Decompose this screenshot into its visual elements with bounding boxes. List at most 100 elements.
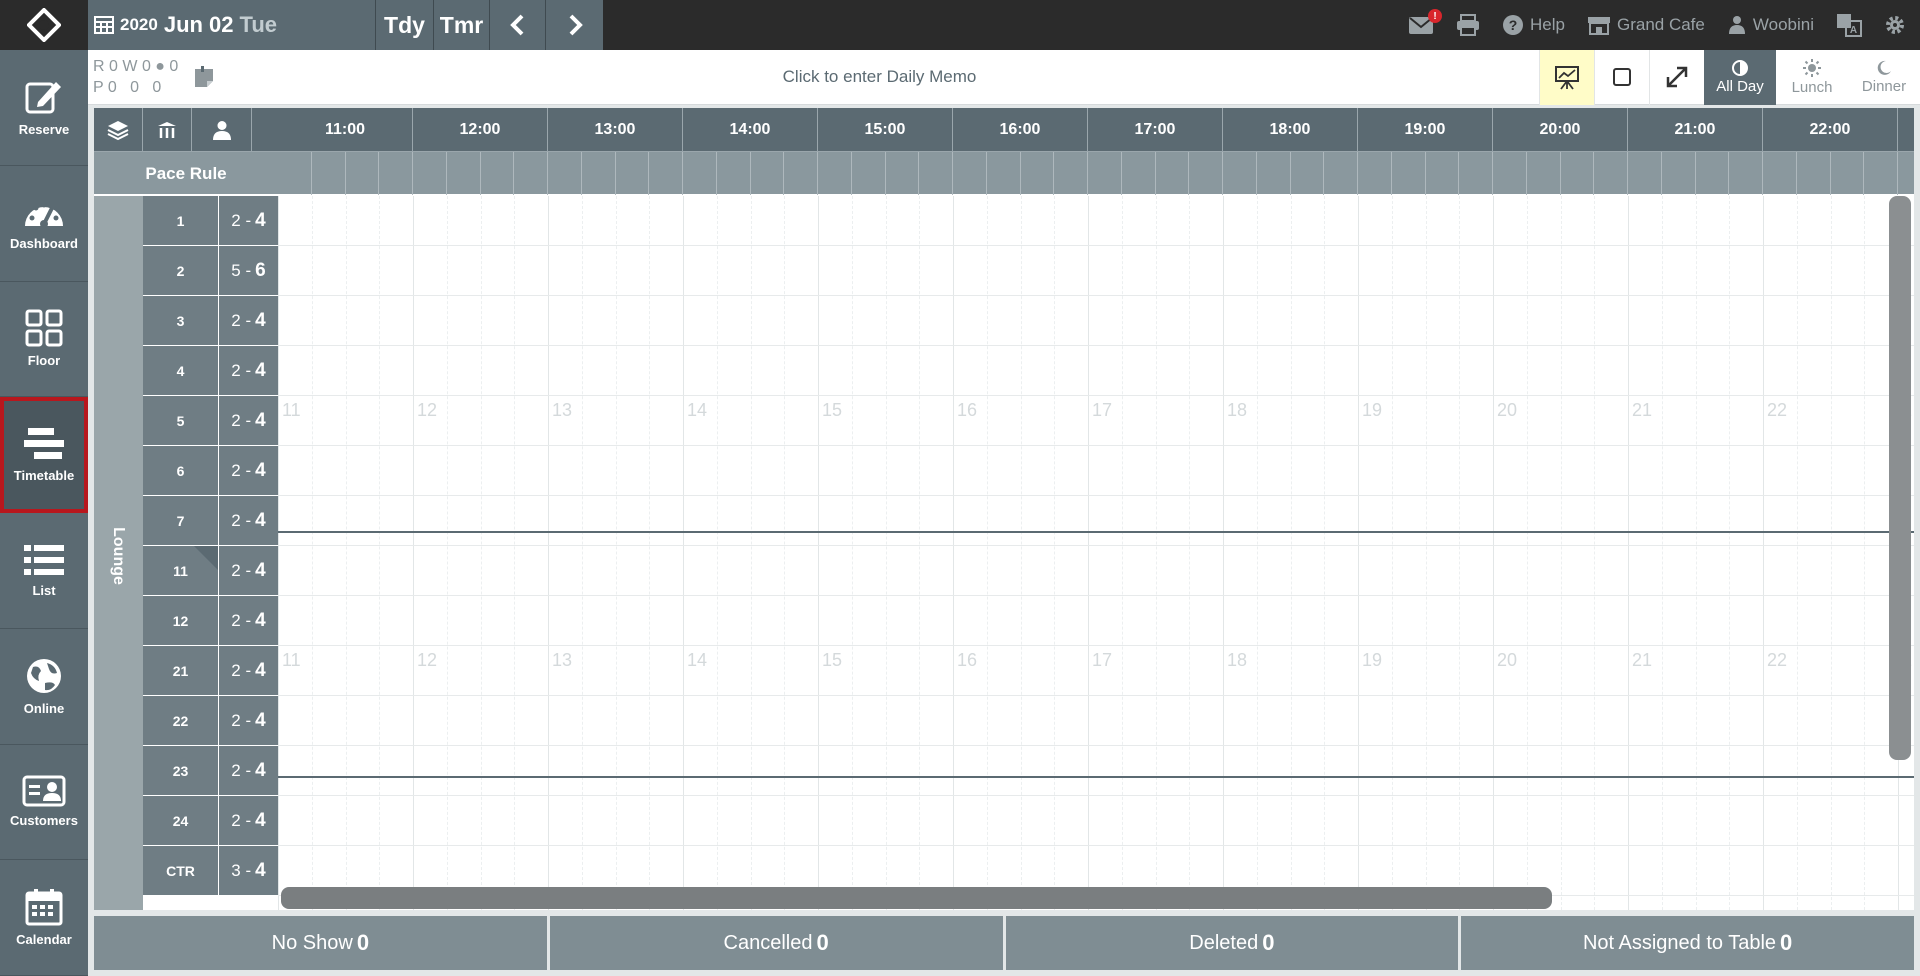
pace-slot[interactable] — [278, 152, 312, 195]
pace-slot[interactable] — [1021, 152, 1055, 195]
not-assigned-filter[interactable]: Not Assigned to Table 0 — [1461, 916, 1914, 970]
table-timeline[interactable]: 1112131415161718192021222 — [278, 396, 1914, 445]
table-number[interactable]: 6 — [143, 446, 218, 496]
print-button[interactable] — [1456, 14, 1480, 36]
pace-slot[interactable] — [481, 152, 515, 195]
pace-slot[interactable] — [1392, 152, 1426, 195]
pace-slot[interactable] — [1797, 152, 1831, 195]
table-timeline[interactable] — [278, 196, 1914, 245]
table-timeline[interactable] — [278, 296, 1914, 345]
restaurant-button[interactable]: Grand Cafe — [1587, 15, 1705, 35]
shift-all-day[interactable]: All Day — [1704, 49, 1776, 105]
table-timeline[interactable] — [278, 246, 1914, 295]
pace-slot[interactable] — [1831, 152, 1865, 195]
sort-by-table[interactable] — [143, 108, 192, 151]
pace-slot[interactable] — [1291, 152, 1325, 195]
today-button[interactable]: Tdy — [375, 0, 433, 50]
vertical-scrollbar[interactable] — [1889, 196, 1911, 760]
table-number[interactable]: 3 — [143, 296, 218, 346]
shift-dinner[interactable]: Dinner — [1848, 50, 1920, 105]
table-timeline[interactable] — [278, 546, 1914, 595]
pace-slot[interactable] — [649, 152, 683, 195]
table-number[interactable]: CTR — [143, 846, 218, 896]
pace-slot[interactable] — [784, 152, 818, 195]
sidebar-item-calendar[interactable]: Calendar — [0, 860, 88, 976]
no-show-filter[interactable]: No Show 0 — [94, 916, 547, 970]
pace-slot[interactable] — [1594, 152, 1628, 195]
pace-slot[interactable] — [1662, 152, 1696, 195]
pace-slot[interactable] — [1459, 152, 1493, 195]
pace-slot[interactable] — [379, 152, 413, 195]
pace-slot[interactable] — [1156, 152, 1190, 195]
pace-slot[interactable] — [548, 152, 582, 195]
pace-slot[interactable] — [919, 152, 953, 195]
table-timeline[interactable]: 1112131415161718192021222 — [278, 646, 1914, 695]
pace-slot[interactable] — [413, 152, 447, 195]
sidebar-item-customers[interactable]: Customers — [0, 745, 88, 861]
sort-by-party[interactable] — [192, 108, 252, 151]
pace-slot[interactable] — [717, 152, 751, 195]
shift-lunch[interactable]: Lunch — [1776, 50, 1848, 105]
memo-note-button[interactable] — [188, 65, 220, 89]
table-number[interactable]: 24 — [143, 796, 218, 846]
table-number[interactable]: 7 — [143, 496, 218, 546]
table-number[interactable]: 21 — [143, 646, 218, 696]
language-button[interactable]: A — [1836, 13, 1862, 37]
table-number[interactable]: 1 — [143, 196, 218, 246]
pace-slot[interactable] — [1223, 152, 1257, 195]
pace-slot[interactable] — [1696, 152, 1730, 195]
table-timeline[interactable] — [278, 346, 1914, 395]
table-timeline[interactable] — [278, 746, 1914, 795]
horizontal-scrollbar[interactable] — [281, 887, 1552, 909]
deleted-filter[interactable]: Deleted 0 — [1005, 916, 1459, 970]
pace-slot[interactable] — [1898, 152, 1914, 195]
pace-slot[interactable] — [852, 152, 886, 195]
daily-memo[interactable]: Click to enter Daily Memo — [220, 67, 1539, 87]
table-timeline[interactable] — [278, 696, 1914, 745]
settings-button[interactable] — [1884, 14, 1906, 36]
pace-slot[interactable] — [1763, 152, 1797, 195]
pace-slot[interactable] — [987, 152, 1021, 195]
presentation-view-button[interactable] — [1539, 49, 1594, 105]
pace-slot[interactable] — [1358, 152, 1392, 195]
mail-button[interactable]: ! — [1408, 9, 1443, 35]
pace-slot[interactable] — [582, 152, 616, 195]
tomorrow-button[interactable]: Tmr — [433, 0, 489, 50]
app-logo-icon[interactable] — [0, 0, 88, 50]
pace-slot[interactable] — [1628, 152, 1662, 195]
sidebar-item-floor[interactable]: Floor — [0, 282, 88, 398]
pace-slot[interactable] — [1189, 152, 1223, 195]
pace-slot[interactable] — [818, 152, 852, 195]
pace-slot[interactable] — [1493, 152, 1527, 195]
table-number[interactable]: 22 — [143, 696, 218, 746]
table-number[interactable]: 2 — [143, 246, 218, 296]
cancelled-filter[interactable]: Cancelled 0 — [549, 916, 1003, 970]
pace-slot[interactable] — [886, 152, 920, 195]
sidebar-item-timetable[interactable]: Timetable — [0, 397, 88, 513]
pace-slot[interactable] — [514, 152, 548, 195]
table-timeline[interactable] — [278, 496, 1914, 545]
pace-slot[interactable] — [312, 152, 346, 195]
pace-slot[interactable] — [1426, 152, 1460, 195]
table-timeline[interactable] — [278, 596, 1914, 645]
fullscreen-button[interactable] — [1649, 49, 1704, 105]
sidebar-item-list[interactable]: List — [0, 513, 88, 629]
pace-slot[interactable] — [1527, 152, 1561, 195]
table-number[interactable]: 11 — [143, 546, 218, 596]
pace-slot[interactable] — [1257, 152, 1291, 195]
layers-toggle[interactable] — [94, 108, 143, 151]
help-button[interactable]: ? Help — [1502, 14, 1565, 36]
table-timeline[interactable] — [278, 796, 1914, 845]
table-number[interactable]: 4 — [143, 346, 218, 396]
pace-slot[interactable] — [1561, 152, 1595, 195]
pace-slot[interactable] — [346, 152, 380, 195]
date-picker[interactable]: 2020 Jun 02 Tue — [88, 0, 375, 50]
pace-slot[interactable] — [616, 152, 650, 195]
pace-slot[interactable] — [1088, 152, 1122, 195]
pace-slot[interactable] — [683, 152, 717, 195]
sidebar-item-online[interactable]: Online — [0, 629, 88, 745]
sidebar-item-dashboard[interactable]: Dashboard — [0, 166, 88, 282]
next-day-button[interactable] — [545, 0, 603, 50]
pace-slot[interactable] — [447, 152, 481, 195]
pace-slot[interactable] — [1324, 152, 1358, 195]
